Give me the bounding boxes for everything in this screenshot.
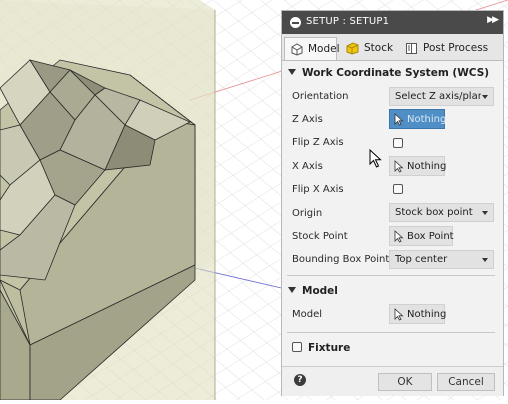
bbox-point-dropdown[interactable]: Top center <box>389 250 494 269</box>
z-axis-value: Nothing <box>407 114 447 125</box>
stock-point-selector[interactable]: Box Point <box>389 226 454 246</box>
expand-icon[interactable]: ▶▶ <box>487 15 499 25</box>
model-selector[interactable]: Nothing <box>389 304 447 324</box>
origin-dropdown[interactable]: Stock box point <box>389 203 494 222</box>
tab-model-label: Model <box>308 43 340 55</box>
z-axis-label: Z Axis <box>292 114 323 125</box>
collapse-icon[interactable] <box>290 17 301 28</box>
stock-point-label: Stock Point <box>292 231 348 242</box>
fixture-checkbox[interactable] <box>292 342 302 352</box>
tab-post-process[interactable]: Post Process <box>400 37 492 60</box>
chevron-down-icon <box>482 211 488 215</box>
setup-panel: SETUP : SETUP1 ▶▶ Model Stock Post Proce… <box>281 10 504 396</box>
tab-stock-label: Stock <box>364 42 394 54</box>
fixture-section-header[interactable]: Fixture <box>292 341 350 354</box>
wcs-section-header[interactable]: Work Coordinate System (WCS) <box>288 67 489 79</box>
panel-title: SETUP : SETUP1 <box>306 16 390 27</box>
stock-icon <box>346 42 359 55</box>
flip-z-label: Flip Z Axis <box>292 137 344 148</box>
ok-button[interactable]: OK <box>378 373 432 391</box>
mouse-cursor-icon <box>369 149 382 168</box>
model-heading: Model <box>302 285 338 297</box>
x-axis-label: X Axis <box>292 161 323 172</box>
flip-x-label: Flip X Axis <box>292 184 344 195</box>
model-icon <box>291 43 303 56</box>
flip-x-checkbox[interactable] <box>393 184 403 194</box>
model-value: Nothing <box>407 309 447 320</box>
model-section-header[interactable]: Model <box>288 285 338 297</box>
model-label: Model <box>292 309 323 320</box>
origin-label: Origin <box>292 208 323 219</box>
cursor-icon <box>394 308 404 321</box>
tab-bar: Model Stock Post Process <box>282 34 503 61</box>
tab-post-process-label: Post Process <box>423 42 489 54</box>
bbox-point-value: Top center <box>395 254 448 265</box>
chevron-down-icon <box>482 95 488 99</box>
cursor-icon <box>394 113 404 126</box>
stock-point-value: Box Point <box>407 231 454 242</box>
cursor-icon <box>394 230 404 243</box>
post-process-icon <box>406 43 417 54</box>
divider <box>287 332 495 333</box>
cursor-icon <box>394 160 404 173</box>
panel-titlebar[interactable]: SETUP : SETUP1 ▶▶ <box>282 11 503 34</box>
panel-footer: ? OK Cancel <box>282 366 503 396</box>
origin-value: Stock box point <box>395 207 473 218</box>
section-collapse-icon <box>288 69 296 75</box>
fixture-label: Fixture <box>308 342 351 354</box>
orientation-dropdown[interactable]: Select Z axis/plane & X axis <box>389 87 494 106</box>
orientation-value: Select Z axis/plane & X axis <box>395 91 481 102</box>
section-collapse-icon <box>288 287 296 293</box>
cancel-button[interactable]: Cancel <box>437 373 495 391</box>
x-axis-selector[interactable]: Nothing <box>389 156 447 176</box>
wcs-heading: Work Coordinate System (WCS) <box>302 67 490 79</box>
divider <box>287 275 495 276</box>
tab-model[interactable]: Model <box>284 37 340 60</box>
z-axis-selector[interactable]: Nothing <box>389 109 447 129</box>
flip-z-checkbox[interactable] <box>393 138 403 148</box>
bbox-point-label: Bounding Box Point <box>292 254 390 265</box>
orientation-label: Orientation <box>292 91 349 102</box>
tab-stock[interactable]: Stock <box>341 37 396 60</box>
x-axis-value: Nothing <box>407 161 447 172</box>
chevron-down-icon <box>482 258 488 262</box>
help-icon[interactable]: ? <box>294 374 306 386</box>
